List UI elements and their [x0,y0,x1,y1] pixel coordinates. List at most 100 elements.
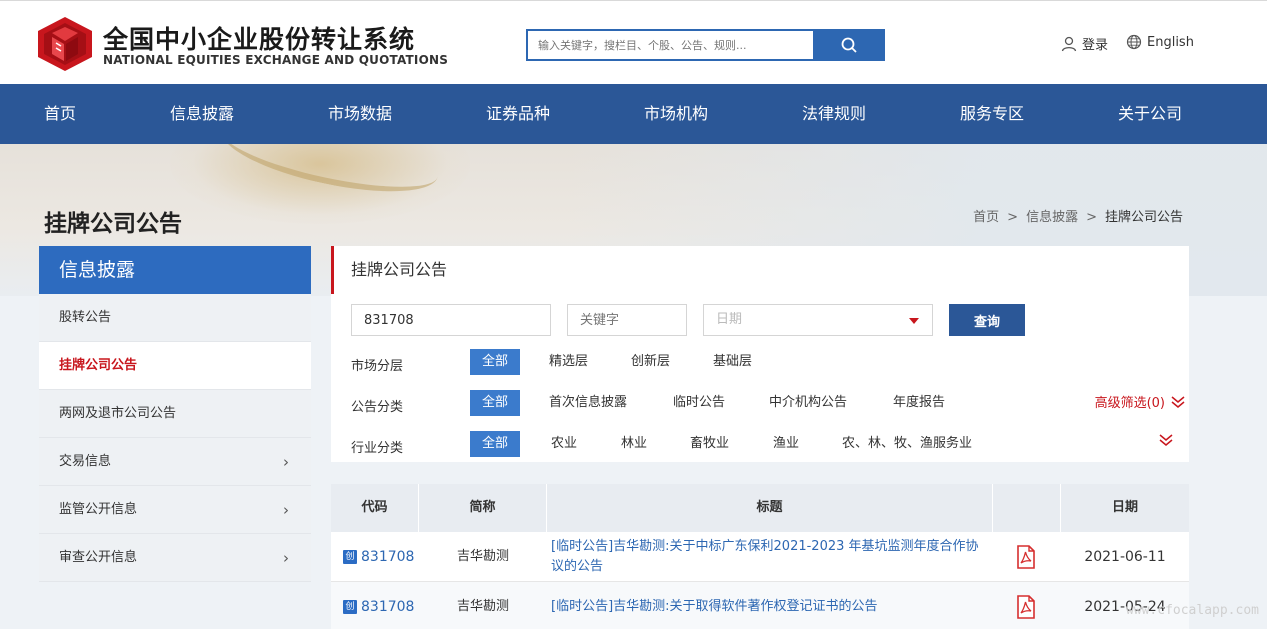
announcement-title: [临时公告]吉华勘测:关于取得软件著作权登记证书的公告 [551,599,878,614]
brand-name-en: NATIONAL EQUITIES EXCHANGE AND QUOTATION… [103,53,449,67]
stock-name: 吉华勘测 [456,549,509,564]
globe-icon [1126,34,1142,50]
date-select[interactable]: 日期 [703,304,933,336]
pdf-download-button[interactable] [1011,582,1041,629]
user-icon [1061,36,1077,51]
nav-item-about[interactable]: 关于公司 [1118,84,1182,144]
announce-option-initial[interactable]: 首次信息披露 [549,390,627,416]
nav-item-market-data[interactable]: 市场数据 [328,84,392,144]
english-label: English [1147,34,1194,50]
sidebar-heading: 信息披露 [39,246,311,294]
nav-item-institutions[interactable]: 市场机构 [644,84,708,144]
nav-item-home[interactable]: 首页 [44,84,76,144]
sidebar-item-label: 挂牌公司公告 [59,358,138,373]
search-icon [841,37,857,53]
login-label: 登录 [1082,38,1109,53]
market-option-select[interactable]: 精选层 [549,349,588,375]
sidebar: 信息披露 股转公告 挂牌公司公告 两网及退市公司公告 交易信息 › 监管公开信息 ›… [39,246,311,582]
announcement-title-link[interactable]: [临时公告]吉华勘测:关于中标广东保利2021-2023 年基坑监测年度合作协议… [551,532,991,582]
stock-code: 831708 [361,599,415,615]
pdf-icon [1017,595,1035,619]
chevron-right-icon: › [283,501,289,519]
nav-item-rules[interactable]: 法律规则 [802,84,866,144]
market-option-all[interactable]: 全部 [470,349,520,375]
english-link[interactable]: English [1126,34,1194,50]
double-chevron-down-icon[interactable] [1159,434,1173,446]
sidebar-item-label: 股转公告 [59,310,112,325]
advanced-filter-label: 高级筛选(0) [1094,396,1165,411]
market-tier-label: 市场分层 [351,359,404,374]
dropdown-arrow-icon [909,318,919,324]
table-row: 创 831708 吉华勘测 [临时公告]吉华勘测:关于取得软件著作权登记证书的公… [331,582,1189,629]
header-attachment [993,484,1061,532]
announcement-title-link[interactable]: [临时公告]吉华勘测:关于取得软件著作权登记证书的公告 [551,582,991,629]
sidebar-item-label: 监管公开信息 [59,502,138,517]
sidebar-item-regulatory-info[interactable]: 监管公开信息 › [39,486,311,534]
industry-option-forestry[interactable]: 林业 [621,431,647,457]
announcement-category-label: 公告分类 [351,400,404,415]
sidebar-item-label: 交易信息 [59,454,112,469]
header-date: 日期 [1111,500,1138,515]
pdf-download-button[interactable] [1011,532,1041,582]
board-badge: 创 [343,600,357,614]
chevron-right-icon: › [283,549,289,567]
sidebar-item-delisted-announcements[interactable]: 两网及退市公司公告 [39,390,311,438]
query-button[interactable]: 查询 [949,304,1025,336]
header-name: 简称 [419,484,547,532]
panel-title: 挂牌公司公告 [331,246,1189,294]
industry-option-fishery[interactable]: 渔业 [773,431,799,457]
breadcrumb-current: 挂牌公司公告 [1104,210,1183,225]
industry-option-all[interactable]: 全部 [470,431,520,457]
board-badge: 创 [343,550,357,564]
announce-option-annual[interactable]: 年度报告 [893,390,945,416]
sidebar-item-trading-info[interactable]: 交易信息 › [39,438,311,486]
sidebar-item-neeq-announcements[interactable]: 股转公告 [39,294,311,342]
nav-item-securities[interactable]: 证券品种 [486,84,550,144]
industry-option-agriculture[interactable]: 农业 [551,431,577,457]
page-title: 挂牌公司公告 [44,211,182,237]
site-search-input[interactable] [526,29,813,61]
stock-name: 吉华勘测 [456,599,509,614]
sidebar-item-label: 两网及退市公司公告 [59,406,177,421]
date-placeholder: 日期 [716,312,743,327]
stock-code: 831708 [361,549,415,565]
double-chevron-down-icon [1171,395,1185,408]
login-link[interactable]: 登录 [1061,34,1108,53]
breadcrumb-separator: > [1007,210,1019,225]
watermark-text: www.cfocalapp.com [1125,603,1259,618]
breadcrumb-home[interactable]: 首页 [973,210,999,225]
sidebar-item-review-info[interactable]: 审查公开信息 › [39,534,311,582]
neeq-logo[interactable] [38,17,92,71]
table-row: 创 831708 吉华勘测 [临时公告]吉华勘测:关于中标广东保利2021-20… [331,532,1189,582]
industry-option-services[interactable]: 农、林、牧、渔服务业 [842,431,972,457]
sidebar-item-listed-company-announcements[interactable]: 挂牌公司公告 [39,342,311,390]
site-search-button[interactable] [813,29,885,61]
market-option-base[interactable]: 基础层 [713,349,752,375]
breadcrumb-separator: > [1086,210,1097,225]
market-option-innovation[interactable]: 创新层 [631,349,670,375]
main-nav: 首页 信息披露 市场数据 证券品种 市场机构 法律规则 服务专区 关于公司 [0,84,1267,144]
stock-code-link[interactable]: 创 831708 [343,532,423,582]
stock-code-input[interactable] [351,304,551,336]
sidebar-item-label: 审查公开信息 [59,550,138,565]
industry-category-label: 行业分类 [351,441,404,456]
pdf-icon [1017,545,1035,569]
announce-option-all[interactable]: 全部 [470,390,520,416]
advanced-filter-toggle[interactable]: 高级筛选(0) [1095,392,1185,411]
breadcrumb: 首页 > 信息披露 > 挂牌公司公告 [973,206,1183,225]
filter-panel: 挂牌公司公告 日期 查询 市场分层 全部 精选层 创新层 基础层 公告分类 全部… [331,246,1189,462]
chevron-right-icon: › [283,453,289,471]
keyword-input[interactable] [567,304,687,336]
nav-item-services[interactable]: 服务专区 [960,84,1024,144]
table-header: 代码 简称 标题 日期 [331,484,1189,532]
brand-name-cn: 全国中小企业股份转让系统 [103,25,416,54]
stock-code-link[interactable]: 创 831708 [343,582,423,629]
announce-option-temporary[interactable]: 临时公告 [673,390,725,416]
breadcrumb-disclosure[interactable]: 信息披露 [1026,210,1078,225]
industry-option-livestock[interactable]: 畜牧业 [690,431,729,457]
announcement-date: 2021-06-11 [1084,549,1166,565]
header-title: 标题 [547,484,993,532]
header-code: 代码 [331,484,419,532]
nav-item-disclosure[interactable]: 信息披露 [170,84,234,144]
announce-option-intermediary[interactable]: 中介机构公告 [769,390,847,416]
